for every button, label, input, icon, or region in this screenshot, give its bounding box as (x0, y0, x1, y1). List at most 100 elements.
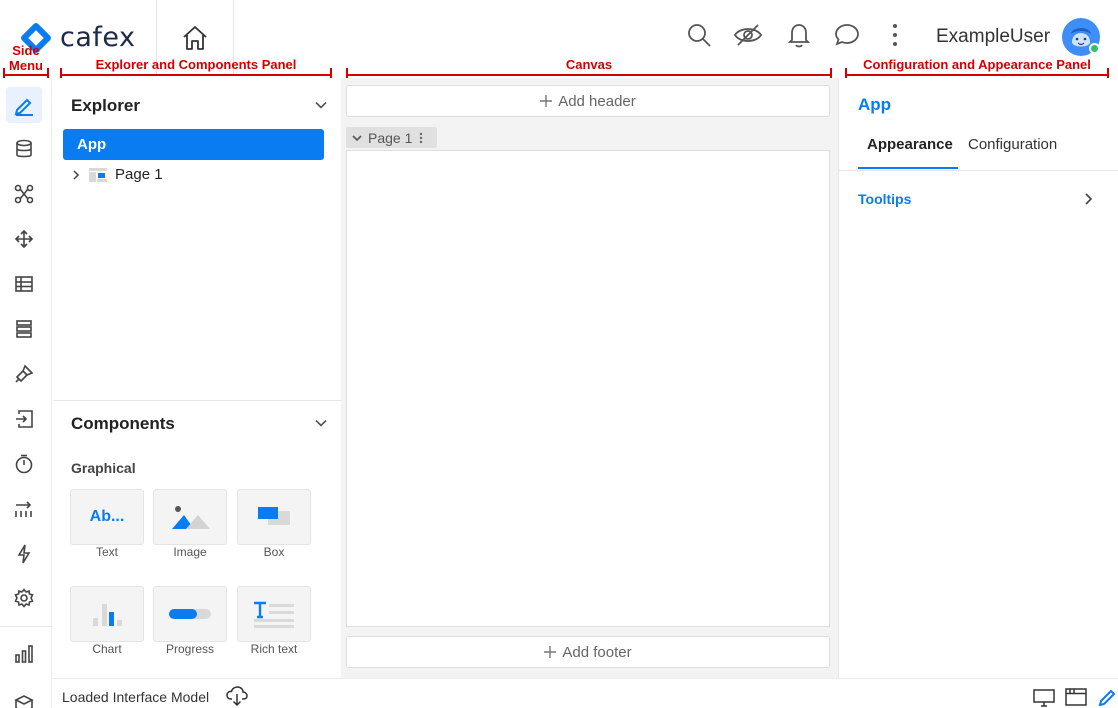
database-icon (16, 139, 32, 158)
browser-window-icon[interactable] (1065, 688, 1087, 706)
text-preview: Ab... (89, 508, 125, 525)
side-item-settings[interactable] (6, 580, 42, 616)
side-item-timers[interactable] (6, 446, 42, 482)
side-menu-divider (0, 626, 52, 627)
box-icon (14, 695, 34, 708)
edit-icon[interactable] (1098, 686, 1118, 706)
cloud-download-icon[interactable] (226, 686, 248, 706)
section-tooltips[interactable]: Tooltips (858, 191, 1094, 207)
annotation-config-panel: Configuration and Appearance Panel (863, 57, 1091, 72)
status-text: Loaded Interface Model (62, 689, 210, 705)
side-item-style[interactable] (6, 356, 42, 392)
move-icon (14, 229, 34, 249)
add-footer-label: Add footer (562, 643, 632, 661)
side-item-move[interactable] (6, 221, 42, 257)
chevron-down-icon[interactable] (314, 416, 328, 430)
side-item-design[interactable] (6, 87, 42, 123)
add-header-label: Add header (558, 92, 636, 110)
box-component-icon (258, 507, 290, 525)
chevron-down-icon[interactable] (314, 98, 328, 112)
configuration-appearance-panel: App Appearance Configuration Tooltips (838, 78, 1118, 678)
explorer-item-page-1[interactable]: Page 1 (71, 166, 163, 183)
config-title: App (858, 95, 892, 114)
progress-icon (169, 609, 211, 619)
annotation-line-canvas (346, 74, 832, 76)
components-title: Components (71, 414, 175, 433)
desktop-icon[interactable] (1033, 689, 1055, 707)
tabs-divider (839, 170, 1118, 171)
notifications-button[interactable] (786, 22, 812, 48)
component-progress[interactable] (153, 586, 227, 642)
lightning-icon (17, 544, 31, 564)
chevron-right-icon[interactable] (71, 169, 81, 181)
user-avatar[interactable] (1062, 18, 1100, 56)
more-vertical-icon (893, 24, 897, 46)
workflow-icon (14, 184, 34, 204)
component-label: Chart (92, 642, 122, 656)
import-icon (16, 410, 33, 428)
side-item-analytics[interactable] (6, 636, 42, 672)
component-label: Image (173, 545, 207, 559)
list-icon (16, 320, 32, 338)
section-tooltips-label: Tooltips (858, 191, 912, 207)
side-item-workflow[interactable] (6, 176, 42, 212)
page-canvas[interactable] (346, 150, 830, 627)
component-image[interactable] (153, 489, 227, 545)
active-tab-indicator (858, 167, 958, 169)
annotation-line-explorer (60, 74, 332, 76)
side-item-packages[interactable] (6, 686, 42, 708)
explorer-components-panel: Explorer App Page 1 Components Graphical… (53, 78, 341, 678)
chart-icon (93, 604, 122, 626)
pencil-icon (14, 98, 33, 116)
home-icon (183, 26, 207, 50)
component-rich-text[interactable] (237, 586, 311, 642)
visibility-toggle-button[interactable] (733, 22, 763, 48)
brush-icon (15, 364, 34, 383)
chat-icon (835, 24, 859, 46)
online-status-dot (1089, 43, 1100, 54)
annotation-line-config (845, 74, 1109, 76)
page-tab-label: Page 1 (368, 129, 413, 146)
more-vertical-icon[interactable] (418, 132, 424, 144)
component-box[interactable] (237, 489, 311, 545)
chevron-right-icon (1085, 193, 1093, 205)
component-label: Box (263, 545, 285, 559)
transitions-icon (15, 501, 32, 517)
component-label: Progress (165, 642, 215, 656)
canvas-area: Add header Page 1 Add footer (341, 78, 838, 678)
page-tab[interactable]: Page 1 (346, 127, 437, 148)
search-button[interactable] (686, 22, 712, 48)
side-item-tables[interactable] (6, 266, 42, 302)
more-menu-button[interactable] (882, 22, 908, 48)
side-item-events[interactable] (6, 536, 42, 572)
side-item-lists[interactable] (6, 311, 42, 347)
chat-button[interactable] (834, 22, 860, 48)
bell-icon (787, 24, 811, 48)
component-text[interactable]: Ab... (70, 489, 144, 545)
table-icon (15, 276, 33, 292)
add-footer-button[interactable]: Add footer (346, 636, 830, 668)
status-bar: Loaded Interface Model (53, 678, 1118, 708)
annotation-side-menu: Side Menu (9, 43, 43, 73)
username[interactable]: ExampleUser (936, 26, 1050, 48)
side-item-data[interactable] (6, 131, 42, 167)
eye-off-icon (733, 24, 763, 46)
components-group-title: Graphical (71, 460, 136, 476)
annotation-canvas: Canvas (565, 57, 613, 72)
chevron-down-icon[interactable] (352, 133, 362, 143)
plus-icon (544, 646, 557, 658)
component-chart[interactable] (70, 586, 144, 642)
tab-configuration[interactable]: Configuration (968, 136, 1057, 153)
timer-icon (15, 454, 33, 474)
side-item-import[interactable] (6, 401, 42, 437)
side-item-transitions[interactable] (6, 491, 42, 527)
add-header-button[interactable]: Add header (346, 85, 830, 117)
explorer-title: Explorer (71, 96, 140, 115)
brand-name: cafex (60, 22, 136, 53)
explorer-item-app[interactable]: App (63, 129, 324, 160)
search-icon (688, 24, 711, 47)
components-divider (53, 400, 341, 401)
bar-chart-icon (15, 645, 33, 663)
tab-appearance[interactable]: Appearance (867, 136, 953, 153)
annotation-explorer-panel: Explorer and Components Panel (95, 57, 297, 72)
